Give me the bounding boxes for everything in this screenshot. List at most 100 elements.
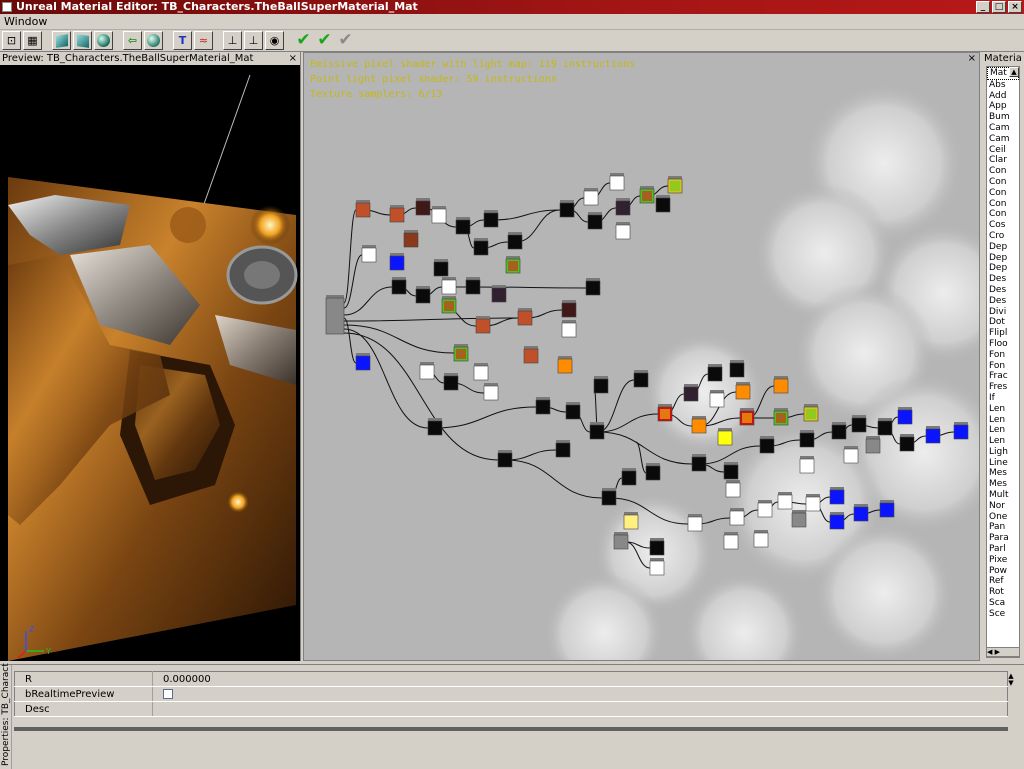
expression-node[interactable]	[657, 404, 673, 422]
expression-node[interactable]	[843, 446, 859, 464]
expression-node[interactable]	[805, 494, 821, 512]
expression-node[interactable]	[877, 418, 893, 436]
expression-node[interactable]	[613, 532, 629, 550]
expression-node[interactable]	[391, 277, 407, 295]
expression-node[interactable]	[707, 364, 723, 382]
expression-node[interactable]	[389, 253, 405, 271]
material-graph-canvas[interactable]: Emissive pixel shader with light map: 11…	[303, 52, 980, 661]
property-spinner-icon[interactable]: ▲ ▼	[1006, 673, 1016, 687]
expression-node[interactable]	[355, 200, 371, 218]
expression-node[interactable]	[667, 176, 683, 194]
apply-all-check-icon[interactable]: ✔	[315, 31, 334, 50]
expression-node[interactable]	[505, 256, 521, 274]
list-item[interactable]: Abs	[987, 80, 1019, 91]
list-item[interactable]: Bum	[987, 112, 1019, 123]
list-item[interactable]: App	[987, 101, 1019, 112]
expression-node[interactable]	[561, 320, 577, 338]
expression-node[interactable]	[723, 532, 739, 550]
realtime-preview-checkbox[interactable]	[163, 688, 173, 699]
expression-node[interactable]	[441, 277, 457, 295]
home-view-icon[interactable]: ⊡	[2, 31, 21, 50]
list-item[interactable]: Parl	[987, 544, 1019, 555]
list-item[interactable]: Sca	[987, 598, 1019, 609]
list-item[interactable]: Pan	[987, 522, 1019, 533]
expression-node[interactable]	[729, 360, 745, 378]
list-item[interactable]: Divi	[987, 307, 1019, 318]
expression-node[interactable]	[753, 530, 769, 548]
list-item[interactable]: Frac	[987, 371, 1019, 382]
preview-close-icon[interactable]: ×	[289, 52, 297, 65]
expression-node[interactable]	[475, 316, 491, 334]
expression-node[interactable]	[725, 480, 741, 498]
list-item[interactable]: Ceil	[987, 145, 1019, 156]
expression-node[interactable]	[799, 456, 815, 474]
expression-node[interactable]	[441, 296, 457, 314]
show-connectors-icon[interactable]: T	[173, 31, 192, 50]
grid-toggle-icon[interactable]: ▦	[23, 31, 42, 50]
expression-node[interactable]	[415, 198, 431, 216]
expression-node[interactable]	[773, 408, 789, 426]
list-item[interactable]: Con	[987, 209, 1019, 220]
expression-node[interactable]	[709, 390, 725, 408]
expression-node[interactable]	[473, 363, 489, 381]
expression-node[interactable]	[415, 286, 431, 304]
expression-node[interactable]	[791, 510, 807, 528]
expression-node[interactable]	[361, 245, 377, 263]
list-item[interactable]: Fon	[987, 361, 1019, 372]
curves-icon[interactable]: ≈	[194, 31, 213, 50]
close-button[interactable]: ×	[1008, 1, 1022, 13]
minimize-button[interactable]: _	[976, 1, 990, 13]
list-item[interactable]: Cos	[987, 220, 1019, 231]
expression-node[interactable]	[879, 500, 895, 518]
expression-node[interactable]	[623, 512, 639, 530]
expression-preview-icon[interactable]: ⊥	[223, 31, 242, 50]
expression-node[interactable]	[773, 376, 789, 394]
list-item[interactable]: Ref	[987, 576, 1019, 587]
preview-viewport[interactable]: Y Z	[0, 65, 300, 661]
list-item[interactable]: Fon	[987, 350, 1019, 361]
scroll-up-icon[interactable]: ▲	[1009, 67, 1019, 77]
expression-node[interactable]	[555, 440, 571, 458]
expression-node[interactable]	[431, 206, 447, 224]
expression-node[interactable]	[403, 230, 419, 248]
list-item[interactable]: Dep	[987, 242, 1019, 253]
list-item[interactable]: Des	[987, 274, 1019, 285]
expression-node[interactable]	[899, 434, 915, 452]
horizontal-scrollbar[interactable]: ◀ ▶	[986, 647, 1020, 657]
expression-node[interactable]	[633, 370, 649, 388]
expression-node[interactable]	[691, 454, 707, 472]
property-value-r[interactable]: 0.000000	[152, 671, 1008, 687]
list-item[interactable]: Clar	[987, 155, 1019, 166]
expression-node[interactable]	[355, 353, 371, 371]
list-item[interactable]: Cro	[987, 231, 1019, 242]
expression-node[interactable]	[851, 415, 867, 433]
expression-node[interactable]	[585, 278, 601, 296]
expression-node[interactable]	[473, 238, 489, 256]
realtime-eye-icon[interactable]: ◉	[265, 31, 284, 50]
expression-node[interactable]	[799, 430, 815, 448]
expression-node[interactable]	[535, 397, 551, 415]
expression-node[interactable]	[649, 558, 665, 576]
list-item[interactable]: Para	[987, 533, 1019, 544]
list-item[interactable]: Des	[987, 296, 1019, 307]
list-item[interactable]: Con	[987, 188, 1019, 199]
expression-node[interactable]	[687, 514, 703, 532]
maximize-button[interactable]: □	[992, 1, 1006, 13]
list-item[interactable]: Floo	[987, 339, 1019, 350]
list-item[interactable]: Rot	[987, 587, 1019, 598]
list-item[interactable]: Con	[987, 199, 1019, 210]
expression-node[interactable]	[735, 382, 751, 400]
preview-sphere-icon[interactable]	[94, 31, 113, 50]
expression-node[interactable]	[389, 205, 405, 223]
list-item[interactable]: Dep	[987, 253, 1019, 264]
list-item[interactable]: Fres	[987, 382, 1019, 393]
list-item[interactable]: Pixe	[987, 555, 1019, 566]
list-item[interactable]: Dot	[987, 317, 1019, 328]
expression-node[interactable]	[583, 188, 599, 206]
expression-node[interactable]	[325, 295, 345, 335]
list-item[interactable]: Line	[987, 458, 1019, 469]
expression-node[interactable]	[621, 468, 637, 486]
list-item[interactable]: Sce	[987, 609, 1019, 620]
expression-node[interactable]	[645, 463, 661, 481]
preview-cylinder-icon[interactable]	[52, 31, 71, 50]
